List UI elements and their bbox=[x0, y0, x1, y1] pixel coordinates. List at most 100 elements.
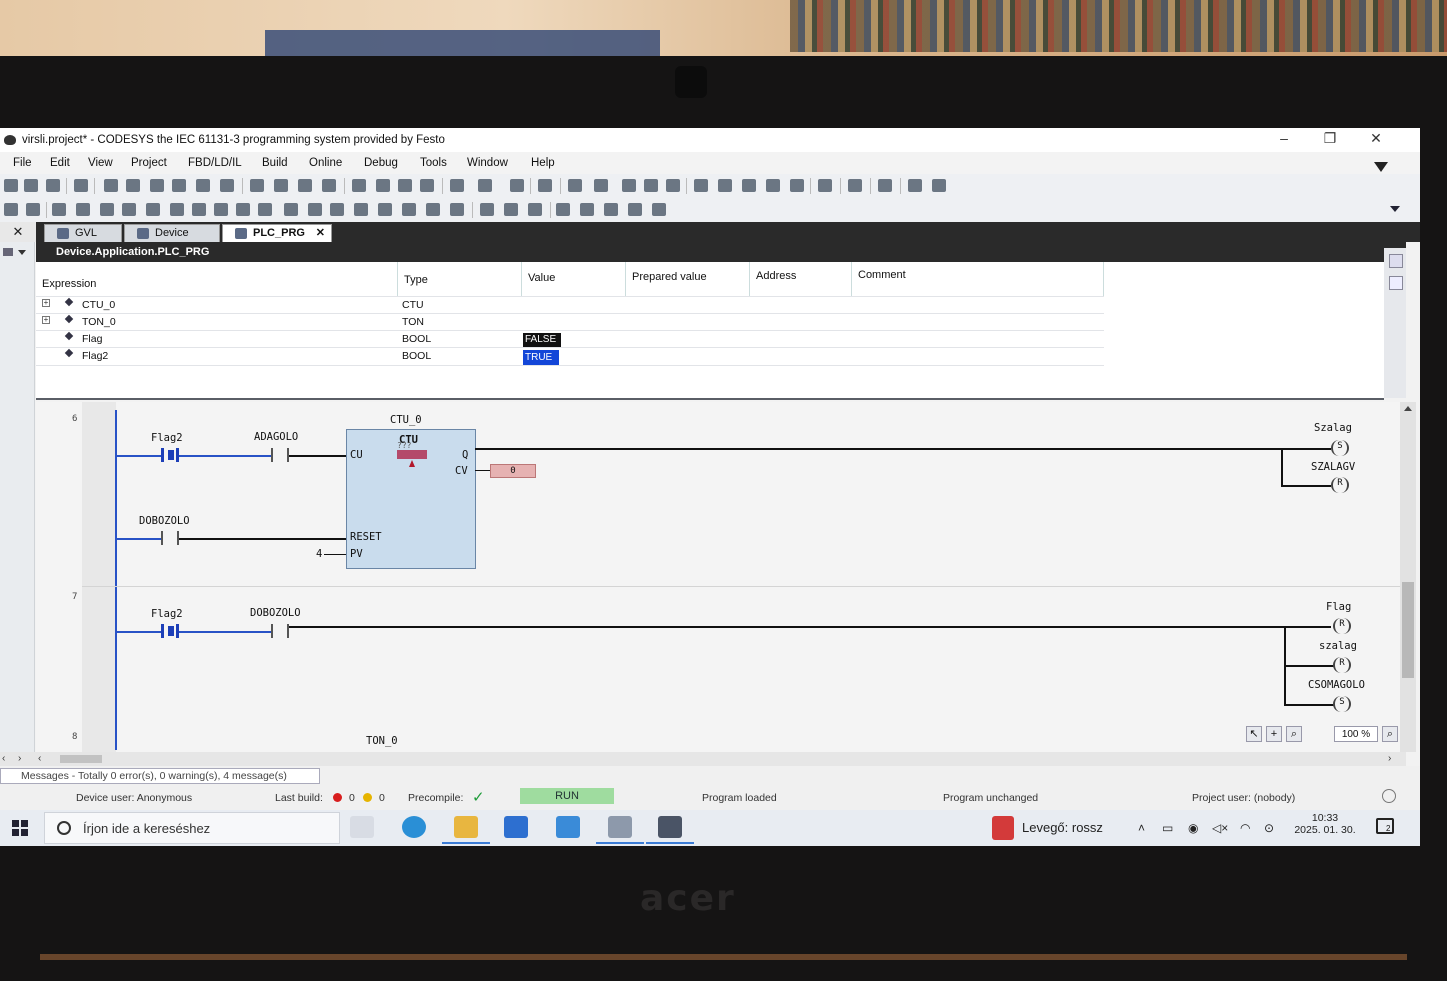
replace-icon[interactable] bbox=[274, 179, 288, 192]
new-project-icon[interactable] bbox=[4, 179, 18, 192]
scroll-right-icon[interactable]: › bbox=[18, 753, 21, 764]
taskbar-search[interactable]: Írjon ide a kereséshez bbox=[44, 812, 340, 844]
comment-icon[interactable] bbox=[26, 203, 40, 216]
insert-jump-icon[interactable] bbox=[308, 203, 322, 216]
col-comment[interactable]: Comment bbox=[852, 262, 1104, 296]
col-type[interactable]: Type bbox=[398, 262, 522, 296]
insert-empty-box-icon[interactable] bbox=[258, 203, 272, 216]
watch-row[interactable]: Flag BOOL FALSE bbox=[36, 330, 1104, 348]
network-icon[interactable] bbox=[4, 203, 18, 216]
view-as-fbd-icon[interactable] bbox=[628, 203, 642, 216]
breakpoint-icon[interactable] bbox=[694, 179, 708, 192]
editor-vertical-scrollbar[interactable] bbox=[1400, 402, 1416, 752]
menu-help[interactable]: Help bbox=[531, 157, 555, 169]
contact-adagolo[interactable] bbox=[271, 448, 289, 462]
login-icon[interactable] bbox=[568, 179, 582, 192]
panel-menu-icon[interactable] bbox=[3, 248, 13, 256]
insert-network-icon[interactable] bbox=[52, 203, 66, 216]
menu-view[interactable]: View bbox=[88, 157, 113, 169]
step-out-icon[interactable] bbox=[766, 179, 780, 192]
scroll-thumb[interactable] bbox=[1402, 582, 1414, 678]
open-project-icon[interactable] bbox=[24, 179, 38, 192]
parallel-contact-icon[interactable] bbox=[192, 203, 206, 216]
zoom-search-icon[interactable] bbox=[932, 179, 946, 192]
scroll-thumb[interactable] bbox=[60, 755, 102, 763]
minimize-button[interactable]: – bbox=[1270, 130, 1298, 146]
insert-negated-contact-icon[interactable] bbox=[100, 203, 114, 216]
contact-dobozolo[interactable] bbox=[161, 531, 179, 545]
add-folder-icon[interactable] bbox=[398, 179, 412, 192]
build-icon[interactable] bbox=[450, 179, 464, 192]
filter-icon[interactable] bbox=[1374, 162, 1388, 172]
col-value[interactable]: Value bbox=[522, 262, 626, 296]
editor-horizontal-scrollbar[interactable]: ‹ › ‹ › bbox=[0, 752, 1406, 766]
insert-coil-icon[interactable] bbox=[122, 203, 136, 216]
insert-output-icon[interactable] bbox=[402, 203, 416, 216]
codesys-ide-icon[interactable] bbox=[658, 816, 682, 838]
magnifier-icon[interactable]: ⌕ bbox=[1286, 726, 1302, 742]
pan-icon[interactable]: + bbox=[1266, 726, 1282, 742]
menu-window[interactable]: Window bbox=[467, 157, 508, 169]
contact-flag2[interactable] bbox=[161, 624, 179, 638]
insert-return-icon[interactable] bbox=[330, 203, 344, 216]
list-view-icon[interactable] bbox=[1389, 254, 1403, 268]
parallel-negated-icon[interactable] bbox=[214, 203, 228, 216]
active-path-icon[interactable] bbox=[538, 179, 552, 192]
contact-dobozolo[interactable] bbox=[271, 624, 289, 638]
menu-fbd-ld-il[interactable]: FBD/LD/IL bbox=[188, 157, 242, 169]
scroll-left-icon[interactable]: ‹ bbox=[2, 753, 5, 764]
watch-row[interactable]: Flag2 BOOL TRUE bbox=[36, 347, 1104, 366]
step-into-icon[interactable] bbox=[742, 179, 756, 192]
codesys-taskbar-icon[interactable] bbox=[608, 816, 632, 838]
battery-icon[interactable]: ▭ bbox=[1162, 821, 1173, 835]
scroll-right-icon[interactable]: › bbox=[1388, 753, 1391, 764]
repair-pou-icon[interactable] bbox=[604, 203, 618, 216]
ctu-function-block[interactable]: CTU ??? CU RESET PV Q CV bbox=[346, 429, 476, 569]
tab-close-icon[interactable]: ✕ bbox=[316, 225, 325, 242]
insert-input-icon[interactable] bbox=[378, 203, 392, 216]
filter-toolbar-icon[interactable] bbox=[878, 179, 892, 192]
volume-muted-icon[interactable]: ◁× bbox=[1212, 821, 1228, 835]
insert-set-coil-icon[interactable] bbox=[146, 203, 160, 216]
add-object-icon[interactable] bbox=[352, 179, 366, 192]
coil-flag-reset[interactable]: R bbox=[1333, 618, 1351, 634]
update-parameters-icon[interactable] bbox=[556, 203, 570, 216]
meet-now-icon[interactable]: ◉ bbox=[1188, 821, 1198, 835]
redo-icon[interactable] bbox=[126, 179, 140, 192]
restore-button[interactable]: ❐ bbox=[1316, 130, 1344, 147]
rebuild-icon[interactable] bbox=[478, 179, 492, 192]
menu-online[interactable]: Online bbox=[309, 157, 342, 169]
tray-chevron-icon[interactable]: ˄ bbox=[1138, 821, 1145, 835]
zoom-level[interactable]: 100 % bbox=[1334, 726, 1378, 742]
menu-file[interactable]: File bbox=[13, 157, 32, 169]
remove-unused-pins-icon[interactable] bbox=[580, 203, 594, 216]
language-icon[interactable]: ⊙ bbox=[1264, 821, 1274, 835]
tab-plc-prg[interactable]: PLC_PRG ✕ bbox=[222, 224, 332, 242]
insert-box-icon[interactable] bbox=[236, 203, 250, 216]
coil-szalag-reset[interactable]: R bbox=[1333, 657, 1351, 673]
reset-icon[interactable] bbox=[666, 179, 680, 192]
menu-edit[interactable]: Edit bbox=[50, 157, 70, 169]
close-button[interactable]: ✕ bbox=[1362, 130, 1390, 147]
insert-reset-coil-icon[interactable] bbox=[170, 203, 184, 216]
menu-build[interactable]: Build bbox=[262, 157, 288, 169]
pointer-icon[interactable]: ↖ bbox=[1246, 726, 1262, 742]
close-branch-icon[interactable] bbox=[528, 203, 542, 216]
generate-icon[interactable] bbox=[510, 179, 524, 192]
wifi-icon[interactable]: ◠ bbox=[1240, 821, 1250, 835]
menu-project[interactable]: Project bbox=[131, 157, 167, 169]
dropdown-arrow-icon[interactable] bbox=[18, 250, 26, 255]
store-icon[interactable] bbox=[504, 816, 528, 838]
insert-contact-icon[interactable] bbox=[76, 203, 90, 216]
taskbar-clock[interactable]: 10:33 2025. 01. 30. bbox=[1292, 812, 1358, 836]
menu-tools[interactable]: Tools bbox=[420, 157, 447, 169]
write-values-icon[interactable] bbox=[790, 179, 804, 192]
tab-device[interactable]: Device bbox=[124, 224, 220, 242]
bookmark-next-icon[interactable] bbox=[322, 179, 336, 192]
windows-start-icon[interactable] bbox=[12, 820, 28, 836]
tab-gvl[interactable]: GVL bbox=[44, 224, 122, 242]
expand-icon[interactable]: + bbox=[42, 316, 50, 324]
logout-icon[interactable] bbox=[594, 179, 608, 192]
expand-icon[interactable]: + bbox=[42, 299, 50, 307]
insert-label-icon[interactable] bbox=[354, 203, 368, 216]
